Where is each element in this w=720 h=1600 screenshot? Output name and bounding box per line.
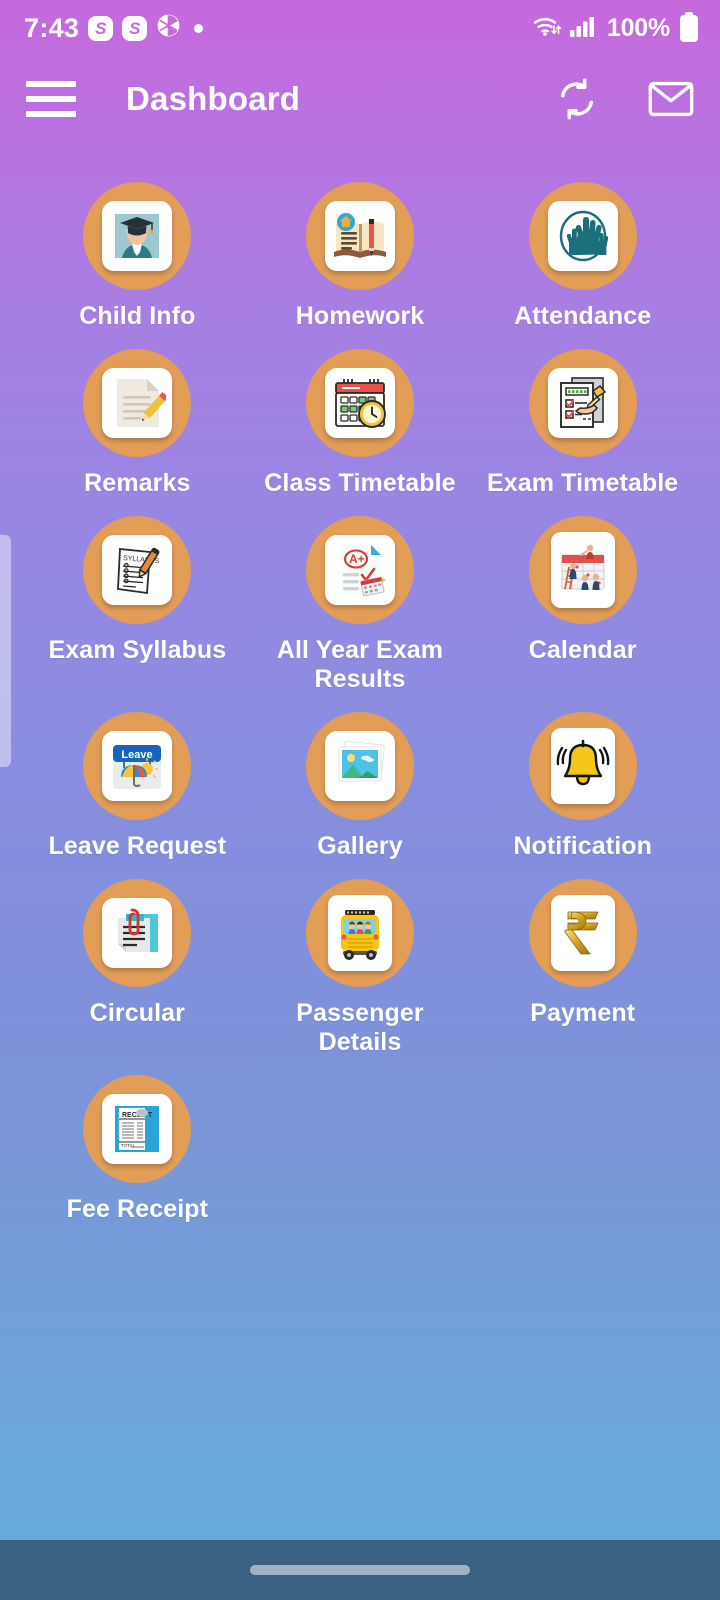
school-bus-icon bbox=[327, 895, 392, 971]
rupee-symbol-icon bbox=[550, 895, 615, 971]
tile-circle bbox=[528, 879, 637, 987]
tile-circle bbox=[305, 712, 414, 820]
tile-label: Leave Request bbox=[48, 832, 227, 860]
tile-gallery[interactable]: Gallery bbox=[249, 694, 472, 861]
tile-passenger-details[interactable]: Passenger Details bbox=[249, 861, 472, 1057]
tile-homework[interactable]: Homework bbox=[249, 164, 472, 331]
tile-circle bbox=[83, 349, 192, 457]
tile-label: Calendar bbox=[528, 636, 637, 664]
tile-circle: Leave bbox=[83, 712, 192, 820]
document-pencil-icon bbox=[102, 368, 173, 438]
battery-full-icon bbox=[680, 11, 698, 42]
tile-class-timetable[interactable]: Class Timetable bbox=[249, 331, 472, 498]
tile-circle bbox=[83, 879, 192, 987]
status-time: 7:43 bbox=[24, 12, 80, 43]
checklist-hand-pen-icon bbox=[547, 368, 618, 438]
photo-stack-icon bbox=[324, 731, 395, 801]
battery-percent: 100% bbox=[606, 13, 670, 42]
dashboard-grid: Child Info Homework Attendance Remarks C… bbox=[0, 142, 720, 1224]
tile-leave-request[interactable]: Leave Leave Request bbox=[26, 694, 249, 861]
scrollbar-indicator[interactable] bbox=[0, 535, 11, 767]
dot-indicator bbox=[194, 23, 204, 33]
tile-label: Passenger Details bbox=[296, 999, 424, 1056]
tile-exam-timetable[interactable]: Exam Timetable bbox=[471, 331, 694, 498]
tile-notification[interactable]: Notification bbox=[471, 694, 694, 861]
tile-remarks[interactable]: Remarks bbox=[26, 331, 249, 498]
tile-circle bbox=[305, 879, 414, 987]
receipt-icon: RECEIPT TOTAL bbox=[102, 1094, 173, 1164]
tile-label: Exam Timetable bbox=[487, 469, 679, 497]
tile-circle bbox=[528, 182, 637, 290]
skype-icon: S bbox=[122, 15, 148, 41]
tile-circle bbox=[83, 182, 192, 290]
tile-payment[interactable]: Payment bbox=[471, 861, 694, 1057]
open-book-pencil-icon bbox=[324, 201, 395, 271]
svg-text:A+: A+ bbox=[349, 552, 365, 566]
tile-label: Fee Receipt bbox=[66, 1195, 209, 1223]
tile-fee-receipt[interactable]: RECEIPT TOTAL Fee Receipt bbox=[26, 1057, 249, 1224]
wifi-icon bbox=[532, 13, 562, 43]
tile-label: Class Timetable bbox=[264, 469, 456, 497]
tile-circle bbox=[528, 712, 637, 820]
mail-envelope-icon[interactable] bbox=[648, 76, 694, 122]
app-bar-actions bbox=[554, 76, 694, 122]
hamburger-menu-icon[interactable] bbox=[26, 81, 76, 117]
raised-hands-icon bbox=[547, 201, 618, 271]
calendar-clock-icon bbox=[324, 368, 395, 438]
tile-circular[interactable]: Circular bbox=[26, 861, 249, 1057]
cellular-signal-icon bbox=[569, 14, 596, 43]
tile-circle: A+ bbox=[305, 516, 414, 624]
syllabus-paper-pen-icon: SYLLABUS bbox=[102, 535, 173, 605]
tile-calendar[interactable]: Calendar bbox=[471, 498, 694, 694]
status-bar: 7:43 S S 100% bbox=[0, 0, 720, 56]
student-graduate-photo-icon bbox=[102, 201, 173, 271]
tile-label: Gallery bbox=[317, 832, 403, 860]
home-indicator-pill[interactable] bbox=[250, 1565, 470, 1575]
tile-label: Circular bbox=[89, 999, 185, 1027]
tile-circle: RECEIPT TOTAL bbox=[83, 1075, 192, 1183]
tile-label: Child Info bbox=[79, 302, 196, 330]
status-bar-right: 100% bbox=[532, 11, 698, 43]
refresh-sync-icon[interactable] bbox=[554, 76, 600, 122]
tile-circle: SYLLABUS bbox=[83, 516, 192, 624]
tile-all-year-exam-results[interactable]: A+ All Year Exam Results bbox=[249, 498, 472, 694]
paperclip-document-icon bbox=[102, 898, 173, 968]
tile-label: Notification bbox=[513, 832, 653, 860]
system-navigation-bar bbox=[0, 1540, 720, 1600]
tile-label: Attendance bbox=[514, 302, 652, 330]
leave-beach-calendar-icon: Leave bbox=[102, 731, 173, 801]
app-screen: 7:43 S S 100% Dashboard Child Info Homew… bbox=[0, 0, 720, 1600]
status-bar-left: 7:43 S S bbox=[24, 13, 532, 43]
tile-circle bbox=[528, 516, 637, 624]
tile-label: Exam Syllabus bbox=[48, 636, 227, 664]
tile-child-info[interactable]: Child Info bbox=[26, 164, 249, 331]
app-bar: Dashboard bbox=[0, 56, 720, 142]
svg-text:Leave: Leave bbox=[122, 749, 153, 761]
tile-attendance[interactable]: Attendance bbox=[471, 164, 694, 331]
page-title: Dashboard bbox=[126, 80, 301, 117]
tile-exam-syllabus[interactable]: SYLLABUS Exam Syllabus bbox=[26, 498, 249, 694]
a-plus-report-icon: A+ bbox=[324, 535, 395, 605]
calendar-people-icon bbox=[550, 532, 615, 608]
skype-icon: S bbox=[88, 15, 114, 41]
tile-label: All Year Exam Results bbox=[276, 636, 444, 693]
tile-circle bbox=[305, 182, 414, 290]
tile-circle bbox=[528, 349, 637, 457]
tile-label: Homework bbox=[295, 302, 425, 330]
tile-label: Remarks bbox=[84, 469, 191, 497]
camera-aperture-icon bbox=[156, 13, 181, 43]
tile-circle bbox=[305, 349, 414, 457]
ringing-bell-icon bbox=[550, 728, 615, 804]
tile-label: Payment bbox=[530, 999, 636, 1027]
